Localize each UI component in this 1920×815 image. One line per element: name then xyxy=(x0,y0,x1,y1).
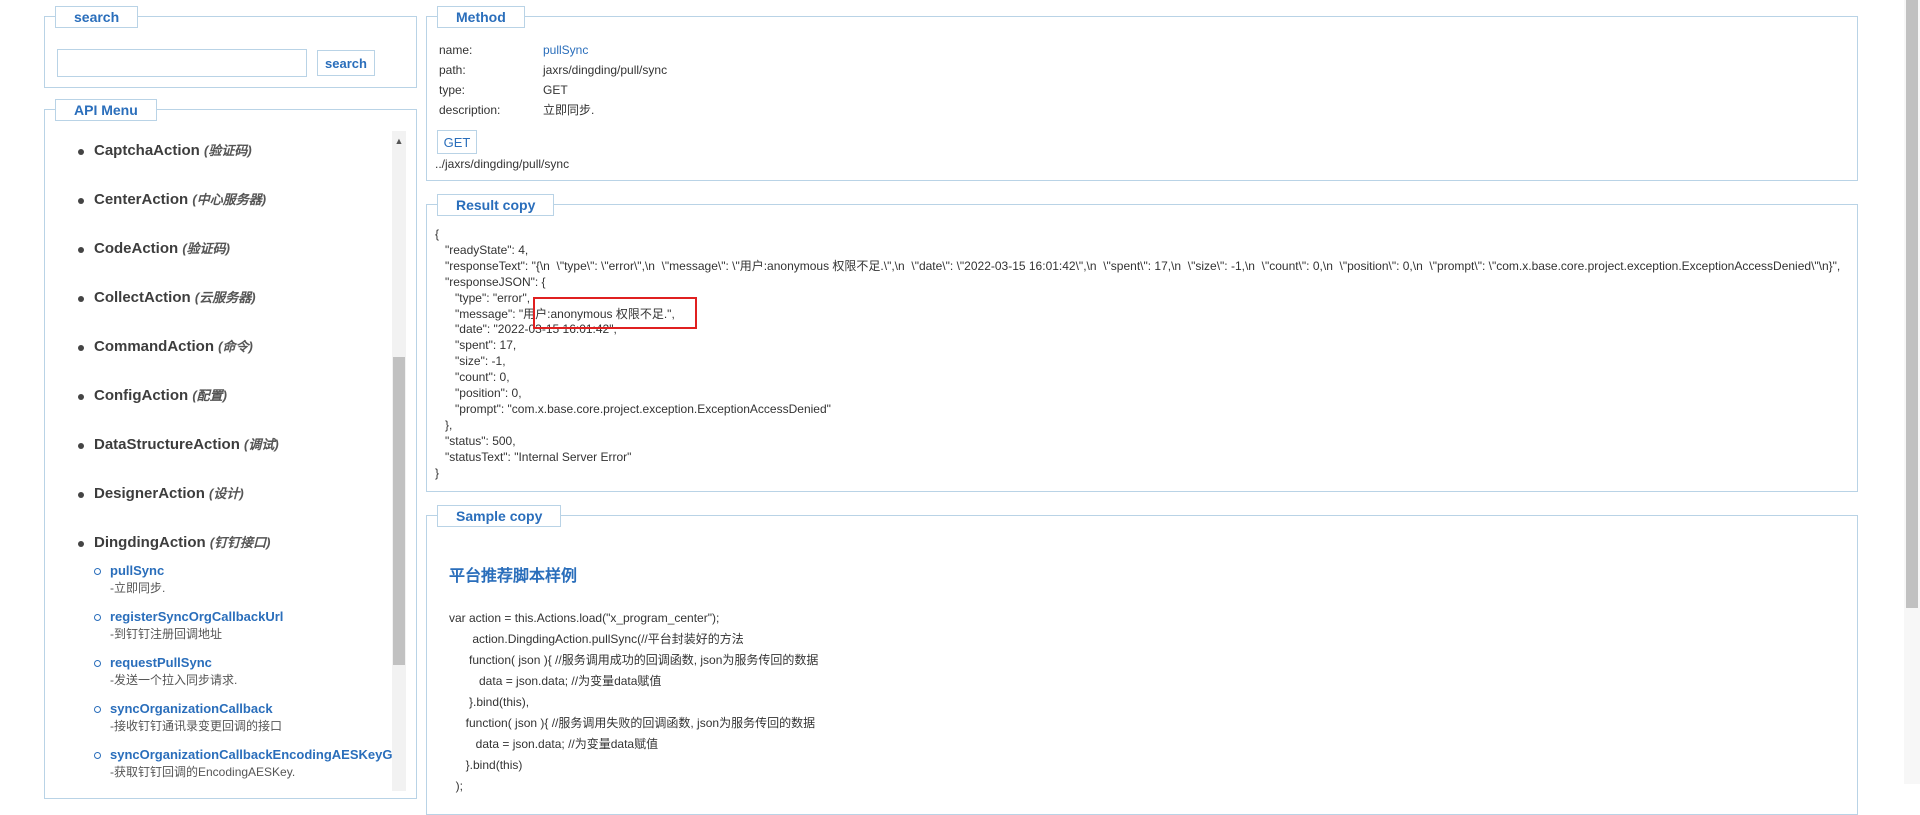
method-description-key: description: xyxy=(439,103,501,117)
menu-item-desc: (钉钉接口) xyxy=(209,535,271,550)
circle-bullet-icon xyxy=(94,752,101,759)
bullet-icon xyxy=(78,296,84,302)
result-panel: Result copy { "readyState": 4, "response… xyxy=(426,194,1858,492)
method-legend: Method xyxy=(437,6,525,28)
menu-item-expanded[interactable]: DingdingAction (钉钉接口) pullSync -立即同步. reg… xyxy=(78,533,393,793)
sample-title: 平台推荐脚本样例 xyxy=(449,568,578,585)
method-path-row: path: jaxrs/dingding/pull/sync xyxy=(439,63,667,77)
scroll-up-arrow-icon[interactable]: ▲ xyxy=(392,134,406,148)
sub-method-item[interactable]: syncOrganizationCallback -接收钉钉通讯录变更回调的接口 xyxy=(94,701,393,747)
circle-bullet-icon xyxy=(94,706,101,713)
menu-item[interactable]: CodeAction (验证码) xyxy=(78,239,393,288)
api-menu-panel: API Menu CaptchaAction (验证码) CenterActio… xyxy=(44,99,417,799)
bullet-icon xyxy=(78,541,84,547)
sub-method-desc: -接收钉钉通讯录变更回调的接口 xyxy=(110,719,282,733)
menu-item[interactable]: DataStructureAction (调试) xyxy=(78,435,393,484)
menu-item-desc: (中心服务器) xyxy=(192,192,267,207)
result-json-text: { "readyState": 4, "responseText": "{\n … xyxy=(435,227,1841,480)
method-name-key: name: xyxy=(439,43,473,57)
menu-item[interactable]: CommandAction (命令) xyxy=(78,337,393,386)
api-menu-legend: API Menu xyxy=(55,99,157,121)
method-url: ../jaxrs/dingding/pull/sync xyxy=(435,157,570,171)
menu-item-name[interactable]: DingdingAction xyxy=(94,534,206,551)
bullet-icon xyxy=(78,443,84,449)
menu-item[interactable]: ConfigAction (配置) xyxy=(78,386,393,435)
menu-item-name[interactable]: CaptchaAction xyxy=(94,142,200,159)
search-button[interactable]: search xyxy=(317,50,375,76)
menu-scrollbar[interactable]: ▲ xyxy=(392,131,406,791)
menu-item-desc: (云服务器) xyxy=(194,290,256,305)
method-path-value: jaxrs/dingding/pull/sync xyxy=(543,63,668,77)
menu-item-name[interactable]: DesignerAction xyxy=(94,485,205,502)
search-panel: search search xyxy=(44,6,417,88)
menu-item-desc: (验证码) xyxy=(182,241,231,256)
bullet-icon xyxy=(78,198,84,204)
page-scrollbar-thumb[interactable] xyxy=(1906,0,1918,608)
bullet-icon xyxy=(78,492,84,498)
sub-method-name[interactable]: syncOrganizationCallbackEncodingAESKeyGe… xyxy=(110,747,393,763)
sub-method-name[interactable]: registerSyncOrgCallbackUrl xyxy=(110,609,393,625)
method-type-key: type: xyxy=(439,83,466,97)
bullet-icon xyxy=(78,149,84,155)
menu-item-name[interactable]: CodeAction xyxy=(94,240,178,257)
menu-item-desc: (命令) xyxy=(218,339,253,354)
method-description-value: 立即同步. xyxy=(543,103,595,117)
menu-item-desc: (设计) xyxy=(209,486,244,501)
sub-method-name[interactable]: syncOrganizationCallback xyxy=(110,701,393,717)
bullet-icon xyxy=(78,345,84,351)
sub-method-name[interactable]: requestPullSync xyxy=(110,655,393,671)
method-name-row: name: pullSync xyxy=(439,43,588,57)
page-scrollbar[interactable] xyxy=(1904,0,1920,784)
sub-method-item[interactable]: requestPullSync -发送一个拉入同步请求. xyxy=(94,655,393,701)
menu-item-name[interactable]: ConfigAction xyxy=(94,387,188,404)
menu-item[interactable]: CenterAction (中心服务器) xyxy=(78,190,393,239)
menu-item-desc: (配置) xyxy=(192,388,227,403)
circle-bullet-icon xyxy=(94,660,101,667)
menu-item[interactable]: DesignerAction (设计) xyxy=(78,484,393,533)
method-description-row: description: 立即同步. xyxy=(439,103,594,117)
circle-bullet-icon xyxy=(94,614,101,621)
sub-method-desc: -获取钉钉回调的EncodingAESKey. xyxy=(110,765,296,779)
api-menu-scroll-area[interactable]: CaptchaAction (验证码) CenterAction (中心服务器)… xyxy=(45,132,393,812)
bullet-icon xyxy=(78,247,84,253)
sub-method-item[interactable]: registerSyncOrgCallbackUrl -到钉钉注册回调地址 xyxy=(94,609,393,655)
sub-method-desc: -发送一个拉入同步请求. xyxy=(110,673,238,687)
method-type-value: GET xyxy=(543,83,568,97)
menu-item-name[interactable]: CenterAction xyxy=(94,191,188,208)
menu-item[interactable]: CaptchaAction (验证码) xyxy=(78,141,393,190)
sub-method-desc: -立即同步. xyxy=(110,581,166,595)
menu-item-desc: (调试) xyxy=(244,437,279,452)
menu-item-name[interactable]: CommandAction xyxy=(94,338,214,355)
sub-method-item[interactable]: pullSync -立即同步. xyxy=(94,563,393,609)
get-request-button[interactable]: GET xyxy=(437,130,477,154)
sub-method-name[interactable]: pullSync xyxy=(110,563,393,579)
sub-method-item[interactable]: syncOrganizationCallbackEncodingAESKeyGe… xyxy=(94,747,393,793)
search-input[interactable] xyxy=(57,49,307,77)
menu-item-desc: (验证码) xyxy=(204,143,252,158)
sample-code-text: var action = this.Actions.load("x_progra… xyxy=(449,611,819,793)
sample-legend[interactable]: Sample copy xyxy=(437,505,562,527)
menu-item-name[interactable]: DataStructureAction xyxy=(94,436,240,453)
sub-method-list: pullSync -立即同步. registerSyncOrgCallbackUr… xyxy=(78,553,393,793)
menu-item[interactable]: CollectAction (云服务器) xyxy=(78,288,393,337)
method-name-value: pullSync xyxy=(543,43,589,57)
menu-item-name[interactable]: CollectAction xyxy=(94,289,191,306)
circle-bullet-icon xyxy=(94,568,101,575)
method-panel: Method name: pullSync path: jaxrs/dingding… xyxy=(426,6,1858,181)
sample-panel: Sample copy 平台推荐脚本样例 var action = this.A… xyxy=(426,505,1858,815)
method-path-key: path: xyxy=(439,63,466,77)
highlight-annotation-box xyxy=(533,297,697,329)
menu-scrollbar-thumb[interactable] xyxy=(393,357,405,665)
search-legend: search xyxy=(55,6,139,28)
method-type-row: type: GET xyxy=(439,83,568,97)
sub-method-desc: -到钉钉注册回调地址 xyxy=(110,627,222,641)
bullet-icon xyxy=(78,394,84,400)
api-menu-list: CaptchaAction (验证码) CenterAction (中心服务器)… xyxy=(45,132,393,793)
result-legend[interactable]: Result copy xyxy=(437,194,555,216)
